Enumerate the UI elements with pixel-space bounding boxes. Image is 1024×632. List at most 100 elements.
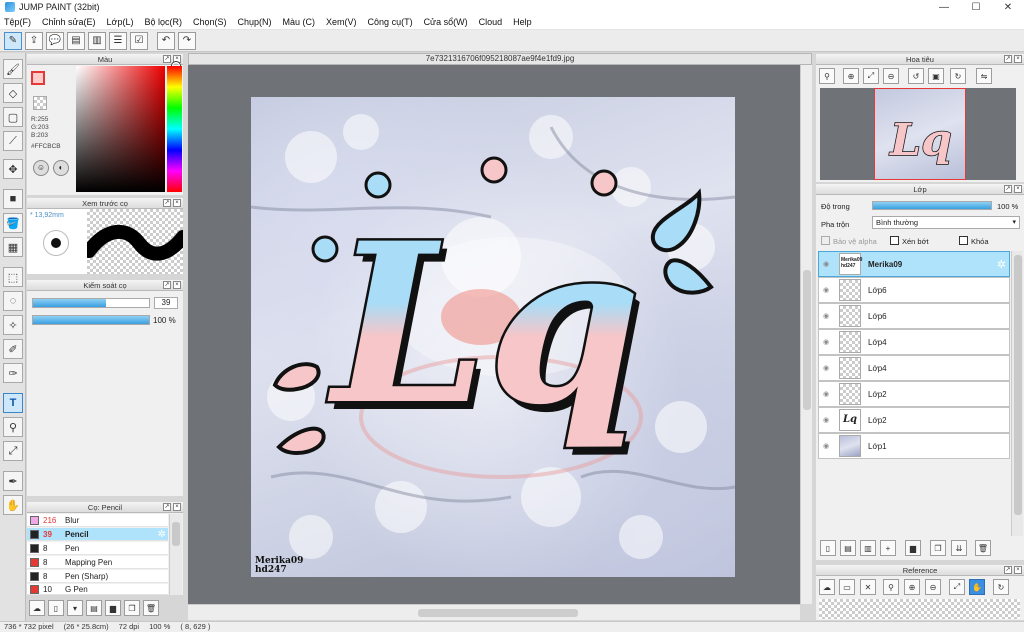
brush-opacity-slider[interactable] [32,315,150,325]
layer-new-icon[interactable]: ▯ [820,540,836,556]
layer-visibility-icon[interactable]: ◉ [819,260,833,268]
panel-close-icon[interactable]: × [173,503,181,511]
nav-zoom-icon[interactable]: ⚲ [819,68,835,84]
redo-icon[interactable]: ↷ [178,31,196,50]
menu-help[interactable]: Help [513,17,532,27]
panel-float-icon[interactable]: ↗ [1004,185,1012,193]
layer-item[interactable]: ◉ Lớp4 [818,355,1010,381]
hand-tool-icon[interactable]: ✋ [3,495,23,515]
layer-visibility-icon[interactable]: ◉ [819,286,833,294]
nav-zoom-out-icon[interactable]: ⊖ [883,68,899,84]
pen-tool-icon[interactable]: ✒ [3,471,23,491]
brush-new-icon[interactable]: ▯ [48,600,64,616]
canvas-horizontal-scrollbar[interactable] [188,604,800,620]
menu-select[interactable]: Chọn(S) [193,17,227,27]
nav-fit-icon[interactable]: ⤢ [863,68,879,84]
panel-close-icon[interactable]: × [173,281,181,289]
lock-checkbox[interactable] [959,236,968,245]
panel-float-icon[interactable]: ↗ [1004,55,1012,63]
canvas-vertical-scrollbar[interactable] [800,65,812,604]
close-button[interactable]: ✕ [992,0,1024,14]
select-pen-tool-icon[interactable]: ✐ [3,339,23,359]
brush-size-field[interactable]: 39 [154,297,178,309]
panel-float-icon[interactable]: ↗ [163,199,171,207]
layer-visibility-icon[interactable]: ◉ [819,442,833,450]
ref-hand-icon[interactable]: ✋ [969,579,985,595]
blend-mode-select[interactable]: Bình thường ▾ [872,216,1020,229]
menu-capture[interactable]: Chụp(N) [238,17,272,27]
layer-duplicate-icon[interactable]: ❐ [930,540,946,556]
move-tool-icon[interactable]: ✥ [3,159,23,179]
ref-rotate-icon[interactable]: ↻ [993,579,1009,595]
layer-settings-icon[interactable]: ✲ [997,258,1006,271]
brush-tool-icon[interactable]: 🖌 [3,59,23,79]
eraser-tool-icon[interactable]: ◇ [3,83,23,103]
layers-scrollbar[interactable] [1011,251,1023,536]
brush-list-scrollbar[interactable] [169,514,182,595]
ref-zoom-out-icon[interactable]: ⊖ [925,579,941,595]
panel-close-icon[interactable]: × [1014,566,1022,574]
layer-delete-icon[interactable]: 🗑 [975,540,991,556]
protect-alpha-checkbox[interactable] [821,236,830,245]
layer-item[interactable]: ◉ Lớp1 [818,433,1010,459]
panel-float-icon[interactable]: ↗ [163,55,171,63]
zoom-tool-icon[interactable]: ⚲ [3,417,23,437]
layer-visibility-icon[interactable]: ◉ [819,312,833,320]
menu-view[interactable]: Xem(V) [326,17,357,27]
select-rect-tool-icon[interactable]: ⬚ [3,267,23,287]
ref-zoom-icon[interactable]: ⚲ [883,579,899,595]
fill-rect-tool-icon[interactable]: ■ [3,189,23,209]
brush-copy-icon[interactable]: ▤ [86,600,102,616]
panel-float-icon[interactable]: ↗ [163,281,171,289]
panel-close-icon[interactable]: × [1014,55,1022,63]
brush-size-slider[interactable] [32,298,150,308]
maximize-button[interactable]: ☐ [960,0,992,14]
layer-item[interactable]: ◉ Lớp4 [818,329,1010,355]
reference-area[interactable] [819,599,1020,619]
document-tab[interactable]: 7e7321316706f095218087ae9f4e1fd9.jpg [188,53,812,65]
bucket-tool-icon[interactable]: 🪣 [3,213,23,233]
text-tool-icon[interactable]: T [3,393,23,413]
layer-folder-icon[interactable]: ▆ [905,540,921,556]
list-icon[interactable]: ☰ [109,31,127,50]
panel-close-icon[interactable]: × [1014,185,1022,193]
select-eraser-tool-icon[interactable]: ✑ [3,363,23,383]
message-icon[interactable]: ▤ [67,31,85,50]
layer-visibility-icon[interactable]: ◉ [819,364,833,372]
brush-folder-icon[interactable]: ▆ [105,600,121,616]
gradient-tool-icon[interactable]: ▦ [3,237,23,257]
line-tool-icon[interactable]: ⟋ [3,131,23,151]
layer-new-halftone-icon[interactable]: ▥ [860,540,876,556]
color-history-icon[interactable]: ☺ [33,160,49,176]
layer-visibility-icon[interactable]: ◉ [819,338,833,346]
brush-item[interactable]: 10 G Pen [27,584,168,595]
brush-item[interactable]: 8 Pen (Sharp) [27,570,168,583]
saturation-value-picker[interactable] [76,66,165,192]
ref-zoom-in-icon[interactable]: ⊕ [904,579,920,595]
document-icon[interactable]: ▥ [88,31,106,50]
clipping-checkbox[interactable] [890,236,899,245]
layer-new-raster-icon[interactable]: ▤ [840,540,856,556]
smoothing-icon[interactable]: ✎ [4,31,22,50]
magic-wand-tool-icon[interactable]: ✧ [3,315,23,335]
eyedropper-tool-icon[interactable]: ⤢ [3,441,23,461]
panel-close-icon[interactable]: × [173,199,181,207]
layer-visibility-icon[interactable]: ◉ [819,416,833,424]
brush-settings-icon[interactable]: ✲ [158,529,166,540]
nav-fit-window-icon[interactable]: ▣ [928,68,944,84]
layer-item[interactable]: ◉ Merika09 hd247 Merika09 ✲ [818,251,1010,277]
menu-tools[interactable]: Công cụ(T) [368,17,413,27]
menu-window[interactable]: Cửa sổ(W) [424,17,468,27]
brush-duplicate-icon[interactable]: ❐ [124,600,140,616]
layer-item[interactable]: ◉ Lq Lớp2 [818,407,1010,433]
brush-item[interactable]: 39 Pencil ✲ [27,528,168,541]
transparent-color-swatch[interactable] [33,96,47,110]
ref-eyedropper-icon[interactable]: ⤢ [949,579,965,595]
brush-item[interactable]: 8 Mapping Pen [27,556,168,569]
layer-item[interactable]: ◉ Lớp6 [818,303,1010,329]
lasso-tool-icon[interactable]: ◌ [3,291,23,311]
layer-opacity-slider[interactable] [872,201,992,210]
rectangle-tool-icon[interactable]: ▢ [3,107,23,127]
nav-rotate-left-icon[interactable]: ↺ [908,68,924,84]
menu-edit[interactable]: Chỉnh sửa(E) [42,17,96,27]
